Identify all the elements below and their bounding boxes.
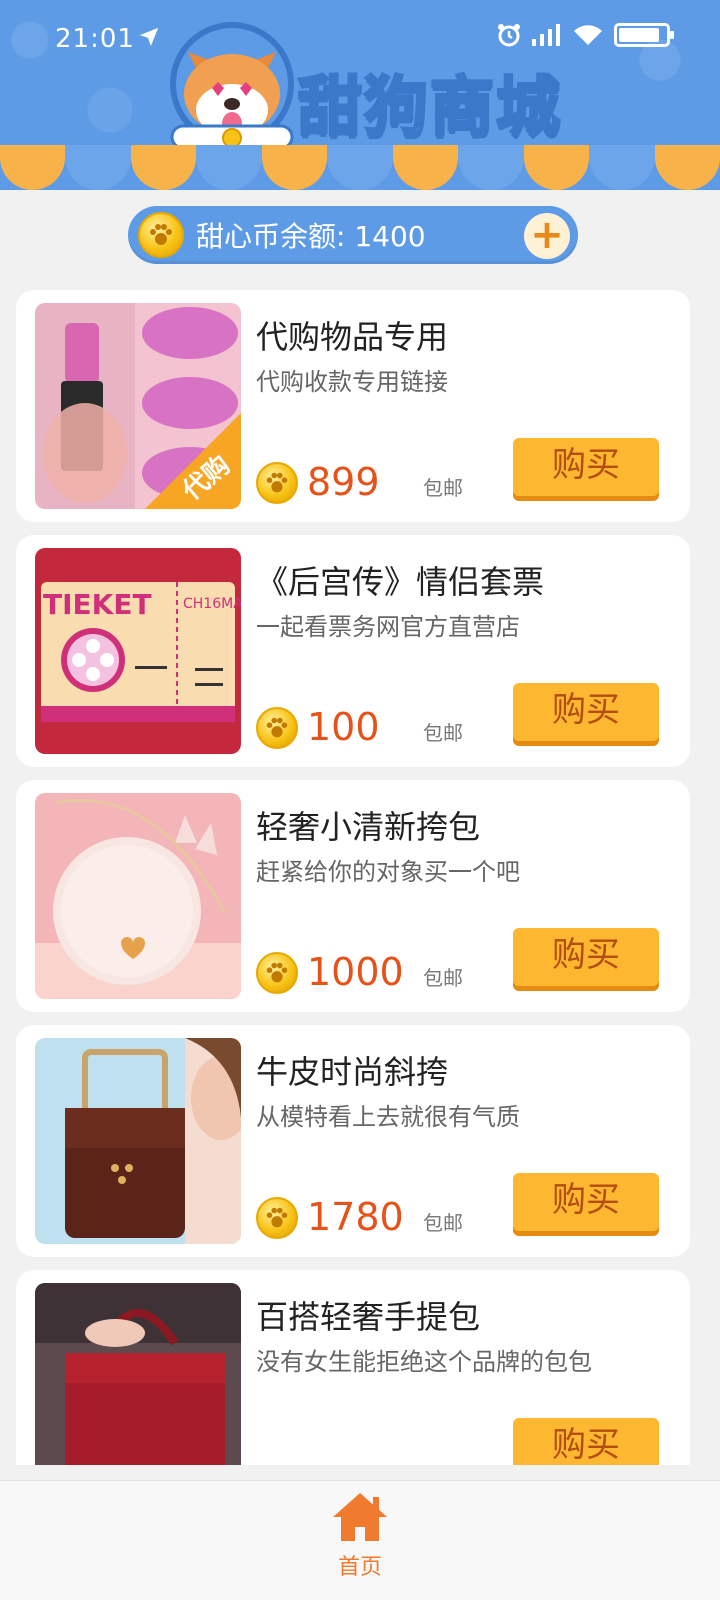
product-price: 1780 — [307, 1195, 404, 1239]
product-description: 一起看票务网官方直营店 — [256, 613, 520, 641]
product-image-handbag — [35, 1283, 241, 1465]
product-description: 没有女生能拒绝这个品牌的包包 — [256, 1348, 592, 1376]
paw-coin-icon — [256, 952, 298, 994]
nav-item-home[interactable]: 首页 — [318, 1489, 402, 1581]
product-title: 代购物品专用 — [256, 318, 449, 356]
buy-button[interactable]: 购买 — [513, 438, 659, 496]
location-arrow-icon — [139, 27, 159, 47]
shipping-label: 包邮 — [423, 966, 463, 990]
status-time: 21:01 — [55, 24, 135, 54]
paw-coin-icon — [256, 462, 298, 504]
product-description: 赶紧给你的对象买一个吧 — [256, 858, 520, 886]
product-price: 100 — [307, 705, 380, 749]
product-description: 从模特看上去就很有气质 — [256, 1103, 520, 1131]
add-coins-button[interactable]: + — [524, 213, 570, 259]
bottom-nav: 首页 — [0, 1480, 720, 1600]
product-title: 百搭轻奢手提包 — [256, 1298, 481, 1336]
app-header: 21:01 甜狗商城 — [0, 0, 720, 190]
battery-icon — [614, 23, 674, 47]
awning-decoration — [0, 145, 720, 190]
nav-item-label: 首页 — [337, 1555, 382, 1580]
product-image-round-bag — [35, 793, 241, 999]
buy-button[interactable]: 购买 — [513, 928, 659, 986]
shipping-label: 包邮 — [423, 721, 463, 745]
product-price: 899 — [307, 460, 380, 504]
signal-icon — [532, 24, 560, 46]
product-image-ticket: TIEKET CH16MA — [35, 548, 241, 754]
product-title: 牛皮时尚斜挎 — [256, 1053, 449, 1091]
shiba-dog-logo — [170, 22, 294, 150]
shipping-label: 包邮 — [423, 476, 463, 500]
buy-button[interactable]: 购买 — [513, 1418, 659, 1465]
paw-coin-icon — [256, 707, 298, 749]
coin-balance-bar: 甜心币余额: 1400 + — [128, 206, 578, 264]
wifi-icon — [574, 25, 602, 45]
alarm-icon — [498, 24, 520, 47]
home-icon — [333, 1493, 387, 1541]
ticket-text: TIEKET — [43, 588, 152, 621]
product-image-lipstick: 代购 — [35, 303, 241, 509]
brand-title: 甜狗商城 — [297, 70, 562, 147]
ticket-code: CH16MA — [183, 596, 241, 612]
product-price: 1000 — [307, 950, 404, 994]
product-card[interactable]: 代购 代购物品专用 代购收款专用链接 899 包邮 购买 — [16, 290, 690, 522]
product-image-leather-bag — [35, 1038, 241, 1244]
product-list: 代购 代购物品专用 代购收款专用链接 899 包邮 购买 TIEKET CH16… — [16, 290, 690, 1465]
product-card[interactable]: 轻奢小清新挎包 赶紧给你的对象买一个吧 1000 包邮 购买 — [16, 780, 690, 1012]
paw-coin-icon — [256, 1197, 298, 1239]
shipping-label: 包邮 — [423, 1211, 463, 1235]
product-title: 《后宫传》情侣套票 — [256, 563, 545, 601]
product-card[interactable]: 牛皮时尚斜挎 从模特看上去就很有气质 1780 包邮 购买 — [16, 1025, 690, 1257]
product-card[interactable]: TIEKET CH16MA 《后宫传》情侣套票 一起看票务网官方直营店 100 … — [16, 535, 690, 767]
product-title: 轻奢小清新挎包 — [256, 808, 481, 846]
product-card[interactable]: 百搭轻奢手提包 没有女生能拒绝这个品牌的包包 购买 — [16, 1270, 690, 1465]
product-description: 代购收款专用链接 — [256, 368, 448, 396]
status-icons — [496, 22, 674, 48]
balance-label: 甜心币余额: 1400 — [196, 220, 426, 253]
buy-button[interactable]: 购买 — [513, 683, 659, 741]
paw-coin-icon — [138, 212, 184, 258]
buy-button[interactable]: 购买 — [513, 1173, 659, 1231]
